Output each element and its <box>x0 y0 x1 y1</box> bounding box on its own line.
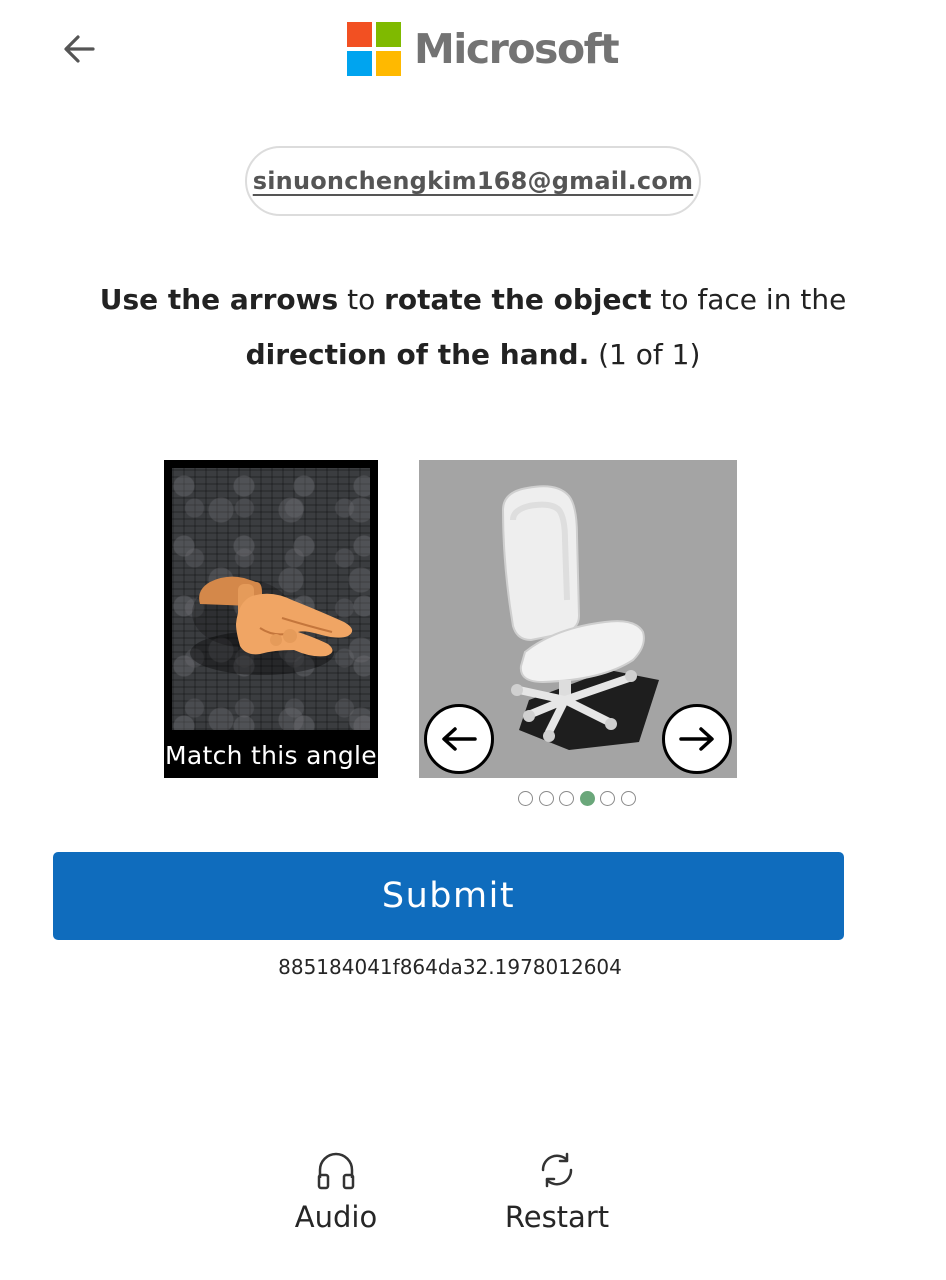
brand-name: Microsoft <box>414 25 620 73</box>
rotation-position-indicator <box>518 790 636 806</box>
instruction-counter: (1 of 1) <box>589 338 701 371</box>
hand-pointing-icon <box>190 576 353 675</box>
microsoft-logo-icon <box>347 22 401 76</box>
rotate-right-button[interactable] <box>662 704 732 774</box>
arrow-left-icon <box>442 727 477 751</box>
captcha-page: Microsoft sinuonchengkim168@gmail.com Us… <box>0 0 946 1280</box>
instruction-bold-direction: direction of the hand. <box>245 338 590 371</box>
audio-button[interactable]: Audio <box>256 1148 416 1248</box>
restart-button[interactable]: Restart <box>477 1148 637 1248</box>
position-dot <box>620 790 636 806</box>
position-dot-active <box>579 790 595 806</box>
instruction-bold-arrows: Use the arrows <box>99 283 339 316</box>
position-dot <box>559 790 575 806</box>
back-button[interactable] <box>56 26 102 72</box>
account-identity-pill[interactable]: sinuonchengkim168@gmail.com <box>245 146 701 216</box>
submit-label: Submit <box>381 876 516 916</box>
session-id: 885184041f864da32.1978012604 <box>278 955 622 979</box>
instruction-text-face: to face in the <box>651 283 847 316</box>
reference-caption: Match this angle <box>165 741 377 770</box>
headphones-icon <box>317 1152 355 1190</box>
challenge-instruction: Use the arrows to rotate the object to f… <box>70 272 876 382</box>
rotate-left-button[interactable] <box>424 704 494 774</box>
instruction-text-to: to <box>338 283 385 316</box>
account-email[interactable]: sinuonchengkim168@gmail.com <box>253 167 693 195</box>
back-arrow-icon <box>64 35 95 63</box>
position-dot <box>538 790 554 806</box>
instruction-bold-rotate: rotate the object <box>384 283 652 316</box>
audio-label: Audio <box>294 1200 378 1234</box>
refresh-icon <box>541 1152 573 1188</box>
submit-button[interactable]: Submit <box>53 852 844 940</box>
position-dot <box>518 790 533 806</box>
position-dot <box>600 790 616 806</box>
reference-hand-image <box>172 468 370 730</box>
microsoft-brand: Microsoft <box>347 22 620 76</box>
arrow-right-icon <box>679 727 714 751</box>
restart-label: Restart <box>504 1200 610 1234</box>
reference-image-panel: Match this angle <box>164 460 378 778</box>
